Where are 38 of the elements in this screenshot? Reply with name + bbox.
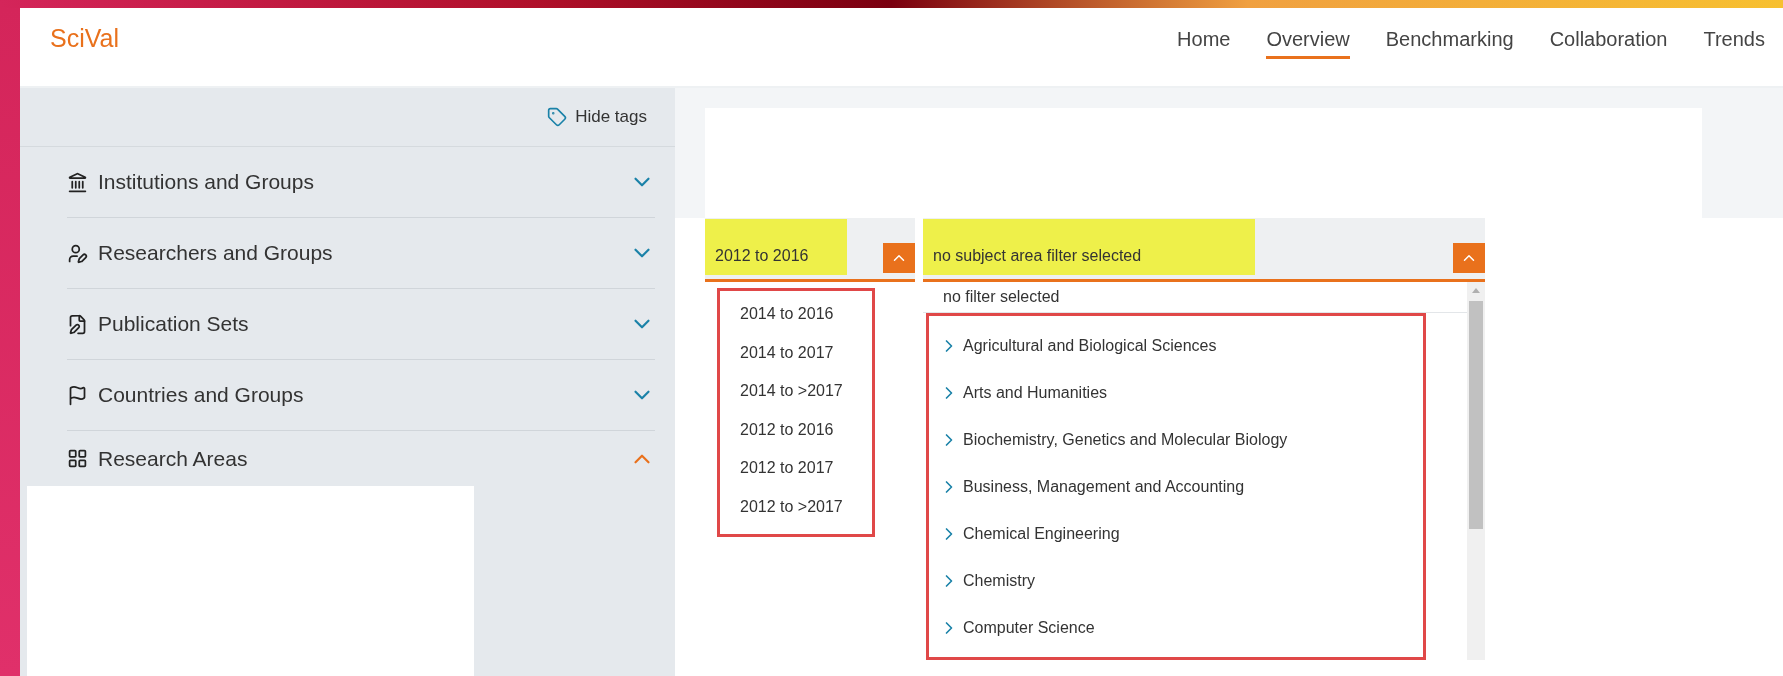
- scrollbar[interactable]: [1467, 282, 1485, 660]
- nav-link[interactable]: Collaboration: [1549, 27, 1668, 59]
- section-icon: [67, 171, 88, 193]
- toggle-button[interactable]: [1453, 243, 1485, 273]
- tag-icon: [547, 107, 568, 127]
- sidebar-section[interactable]: Researchers and Groups: [98, 241, 619, 265]
- dropdown-option[interactable]: Chemical Engineering: [963, 524, 1120, 543]
- toggle-button[interactable]: [883, 243, 915, 273]
- scroll-up-icon[interactable]: [1472, 288, 1480, 293]
- dropdown-option[interactable]: 2014 to 2017: [720, 333, 872, 372]
- sidebar-section[interactable]: Institutions and Groups: [98, 170, 619, 194]
- sidebar-section[interactable]: Countries and Groups: [98, 383, 619, 407]
- section-icon: [67, 384, 88, 406]
- nav-link[interactable]: Benchmarking: [1385, 27, 1514, 59]
- scroll-thumb[interactable]: [1469, 301, 1483, 529]
- dropdown-option[interactable]: Agricultural and Biological Sciences: [963, 336, 1217, 355]
- sidebar-section[interactable]: Research Areas: [98, 446, 619, 471]
- dropdown-option[interactable]: no filter selected: [923, 282, 1467, 313]
- year-select[interactable]: 2012 to 2016: [705, 218, 915, 282]
- dropdown-option[interactable]: Computer Science: [963, 618, 1095, 637]
- sidebar-section[interactable]: Publication Sets: [98, 312, 619, 336]
- nav-link[interactable]: Overview: [1266, 27, 1350, 59]
- dropdown-option[interactable]: 2012 to >2017: [720, 487, 872, 526]
- nav-link[interactable]: Home: [1177, 27, 1231, 59]
- hide-tags-button[interactable]: Hide tags: [541, 106, 653, 128]
- section-icon: [67, 448, 88, 469]
- dropdown-option[interactable]: 2014 to >2017: [720, 372, 872, 411]
- dropdown-option[interactable]: Arts and Humanities: [963, 383, 1108, 402]
- dropdown-option[interactable]: 2012 to 2016: [720, 410, 872, 449]
- dropdown-option[interactable]: 2014 to 2016: [720, 295, 872, 334]
- section-icon: [67, 313, 88, 335]
- section-icon: [67, 242, 88, 264]
- dropdown-option[interactable]: 2012 to 2017: [720, 449, 872, 488]
- nav-link[interactable]: Trends: [1703, 27, 1765, 59]
- dropdown-option[interactable]: Biochemistry, Genetics and Molecular Biology: [963, 430, 1288, 449]
- dropdown-option[interactable]: Business, Management and Accounting: [963, 477, 1245, 496]
- dropdown-option[interactable]: Chemistry: [963, 571, 1035, 590]
- subject-select[interactable]: no subject area filter selected: [923, 218, 1485, 282]
